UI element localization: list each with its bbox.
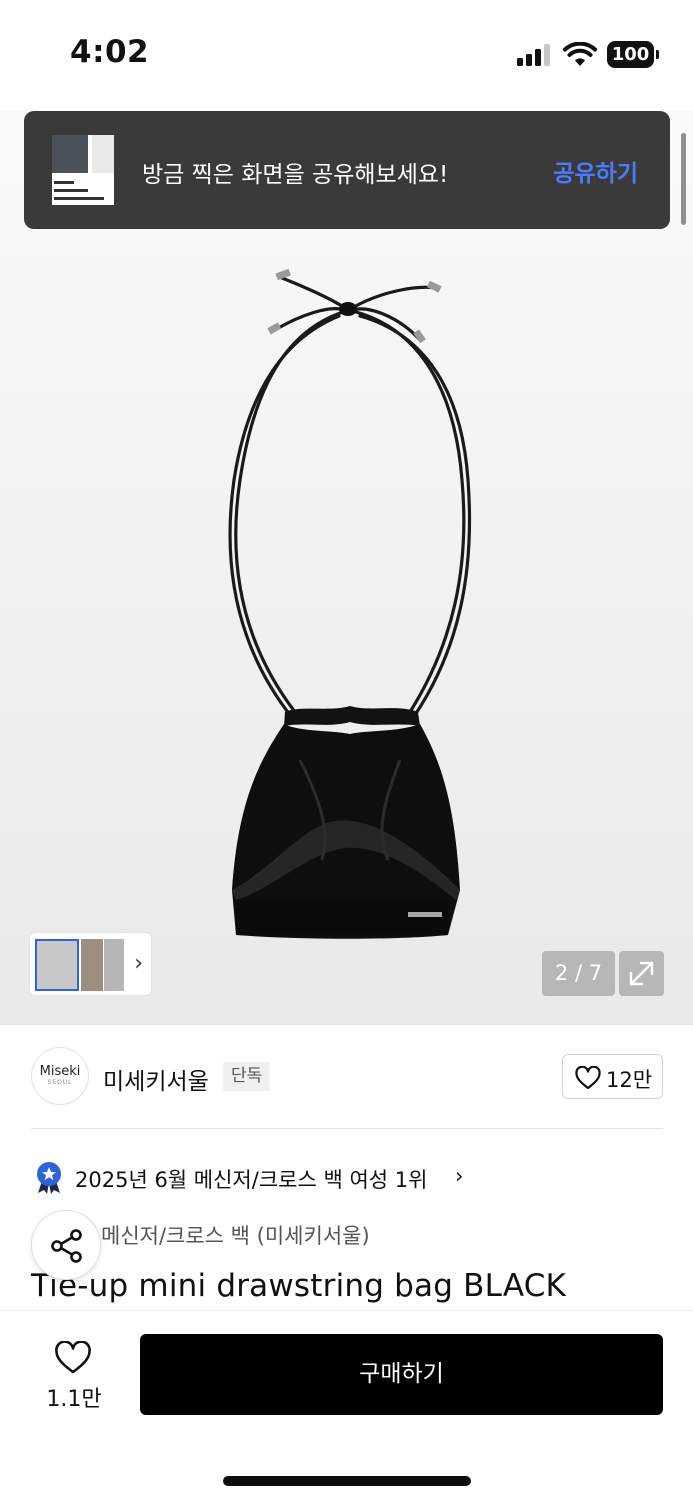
chevron-right-icon[interactable]: ›	[134, 951, 143, 976]
share-banner-action[interactable]: 공유하기	[553, 154, 638, 188]
brand-logo-subtext: SEOUL	[47, 1079, 73, 1086]
chevron-right-icon: ›	[455, 1164, 464, 1188]
cellular-signal-icon	[517, 44, 553, 66]
ranking-badge-icon	[37, 1162, 61, 1194]
status-time: 4:02	[70, 34, 150, 70]
thumbnail-strip[interactable]: ›	[29, 932, 152, 996]
thumbnail-item[interactable]	[104, 939, 124, 991]
thumbnail-item[interactable]	[81, 939, 103, 991]
product-category-text: 메신저/크로스 백 (미세키서울)	[101, 1224, 370, 1248]
wishlist-count: 1.1만	[46, 1387, 102, 1412]
scroll-indicator[interactable]	[681, 133, 686, 225]
wifi-icon	[563, 42, 597, 66]
battery-level: 100	[607, 41, 654, 68]
product-title: Tie-up mini drawstring bag BLACK	[31, 1268, 567, 1304]
ranking-text: 2025년 6월 메신저/크로스 백 여성 1위	[75, 1168, 428, 1192]
buy-button[interactable]: 구매하기	[140, 1334, 663, 1415]
share-button[interactable]	[31, 1210, 101, 1280]
status-bar: 4:02 100	[0, 0, 693, 110]
brand-like-count: 12만	[606, 1068, 653, 1092]
brand-like-button[interactable]: 12만	[562, 1054, 663, 1099]
expand-image-button[interactable]	[619, 951, 664, 996]
expand-icon	[629, 961, 654, 986]
brand-logo[interactable]: Miseki SEOUL	[31, 1047, 89, 1105]
share-icon	[51, 1229, 82, 1263]
divider	[31, 1128, 663, 1129]
image-page-counter: 2 / 7	[542, 951, 615, 996]
product-image[interactable]	[0, 110, 693, 1025]
thumbnail-item[interactable]	[35, 939, 79, 991]
battery-icon: 100	[607, 41, 659, 68]
ranking-link[interactable]: 2025년 6월 메신저/크로스 백 여성 1위 ›	[31, 1158, 531, 1198]
home-indicator[interactable]	[223, 1476, 471, 1486]
heart-icon[interactable]	[54, 1341, 92, 1375]
screenshot-thumbnail	[52, 135, 114, 205]
brand-logo-text: Miseki	[39, 1064, 81, 1079]
bottom-action-bar: 1.1만 구매하기	[0, 1310, 693, 1500]
exclusive-badge: 단독	[223, 1062, 271, 1091]
brand-name[interactable]: 미세키서울	[103, 1062, 209, 1096]
share-banner-message: 방금 찍은 화면을 공유해보세요!	[142, 162, 449, 188]
screenshot-share-banner[interactable]: 방금 찍은 화면을 공유해보세요! 공유하기	[24, 111, 670, 229]
heart-icon	[575, 1066, 601, 1090]
